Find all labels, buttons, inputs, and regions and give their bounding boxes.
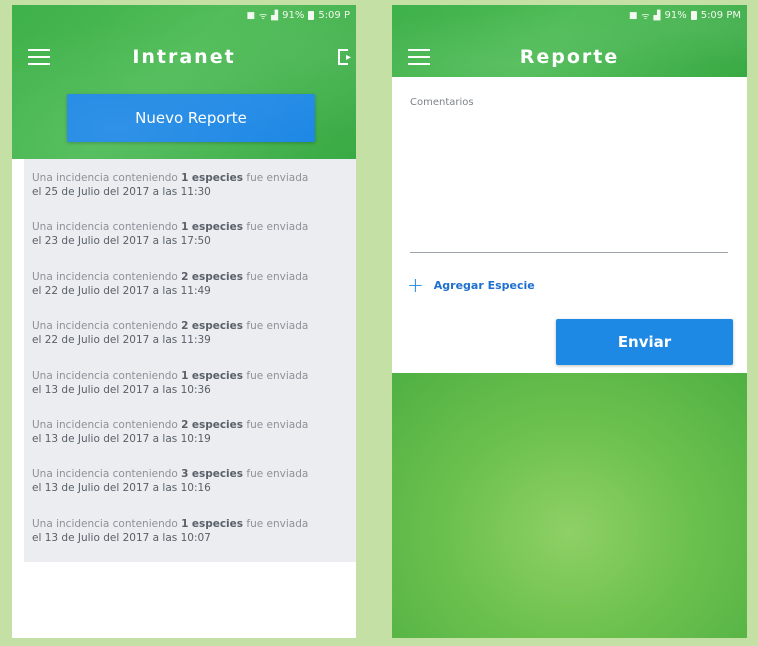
notification-icon: ■	[628, 10, 638, 21]
report-form: Comentarios + Agregar Especie Enviar	[392, 77, 747, 373]
send-button[interactable]: Enviar	[556, 319, 733, 365]
list-item: Una incidencia conteniendo 1 especies fu…	[32, 220, 356, 269]
battery-icon	[308, 11, 315, 20]
list-item-line1: Una incidencia conteniendo 2 especies fu…	[32, 320, 309, 333]
list-item: Una incidencia conteniendo 1 especies fu…	[32, 171, 356, 220]
list-item-date: el 22 de Julio del 2017 a las 11:39	[32, 334, 211, 347]
battery-icon	[690, 11, 697, 20]
page-title: Intranet	[132, 46, 236, 68]
signal-icon: ▟	[271, 10, 279, 21]
status-bar: ■ ᯤ ▟ 91% 5:09 PM	[629, 9, 741, 22]
list-item: Una incidencia conteniendo 1 especies fu…	[32, 369, 356, 418]
list-item: Una incidencia conteniendo 1 especies fu…	[32, 517, 356, 566]
plus-icon: +	[407, 273, 424, 297]
wifi-icon: ᯤ	[258, 12, 268, 22]
list-item-date: el 22 de Julio del 2017 a las 11:49	[32, 284, 211, 297]
background-panel	[392, 373, 747, 638]
list-item: Una incidencia conteniendo 2 especies fu…	[32, 270, 356, 319]
incident-list-panel: Una incidencia conteniendo 1 especies fu…	[24, 159, 356, 562]
incident-list: Una incidencia conteniendo 1 especies fu…	[12, 159, 356, 638]
wifi-icon: ᯤ	[641, 12, 650, 22]
list-item-date: el 13 de Julio del 2017 a las 10:16	[32, 482, 211, 495]
list-item-line1: Una incidencia conteniendo 1 especies fu…	[32, 221, 309, 234]
logout-icon[interactable]: ▸	[338, 49, 354, 67]
app-bar: ■ ᯤ ▟ 91% 5:09 PM Reporte	[392, 5, 747, 77]
list-item-date: el 13 de Julio del 2017 a las 10:36	[32, 383, 211, 396]
list-item-date: el 25 de Julio del 2017 a las 11:30	[32, 186, 211, 198]
clock: 5:09 P	[318, 10, 350, 21]
signal-icon: ▟	[653, 10, 661, 21]
status-bar: ■ ᯤ ▟ 91% 5:09 P	[246, 9, 350, 22]
comments-label: Comentarios	[410, 97, 474, 108]
notification-icon: ■	[246, 10, 255, 21]
add-species-button[interactable]: + Agregar Especie	[407, 275, 535, 295]
report-screen: ■ ᯤ ▟ 91% 5:09 PM Reporte Comentarios + …	[392, 5, 747, 638]
comments-input[interactable]	[410, 115, 728, 253]
list-item-line1: Una incidencia conteniendo 2 especies fu…	[32, 270, 309, 283]
battery-percent: 91%	[282, 10, 305, 21]
list-item-line1: Una incidencia conteniendo 1 especies fu…	[32, 517, 309, 530]
list-item-line1: Una incidencia conteniendo 2 especies fu…	[32, 418, 309, 431]
list-item-line1: Una incidencia conteniendo 3 especies fu…	[32, 468, 309, 481]
new-report-button[interactable]: Nuevo Reporte	[67, 94, 315, 142]
list-item-line1: Una incidencia conteniendo 1 especies fu…	[32, 369, 309, 382]
list-item-line1: Una incidencia conteniendo 1 especies fu…	[32, 172, 309, 184]
list-item-date: el 13 de Julio del 2017 a las 10:19	[32, 432, 211, 445]
clock: 5:09 PM	[700, 10, 741, 21]
list-item-date: el 13 de Julio del 2017 a las 10:07	[32, 531, 211, 544]
battery-percent: 91%	[664, 10, 687, 21]
list-item-date: el 23 de Julio del 2017 a las 17:50	[32, 235, 211, 248]
page-title: Reporte	[519, 46, 620, 68]
list-item: Una incidencia conteniendo 2 especies fu…	[32, 319, 356, 368]
intranet-screen: ■ ᯤ ▟ 91% 5:09 P Intranet ▸ Nuevo Report…	[12, 5, 356, 638]
list-item: Una incidencia conteniendo 3 especies fu…	[32, 467, 356, 516]
app-bar: ■ ᯤ ▟ 91% 5:09 P Intranet ▸ Nuevo Report…	[12, 5, 356, 159]
add-species-label: Agregar Especie	[433, 278, 535, 292]
list-item: Una incidencia conteniendo 2 especies fu…	[32, 418, 356, 467]
